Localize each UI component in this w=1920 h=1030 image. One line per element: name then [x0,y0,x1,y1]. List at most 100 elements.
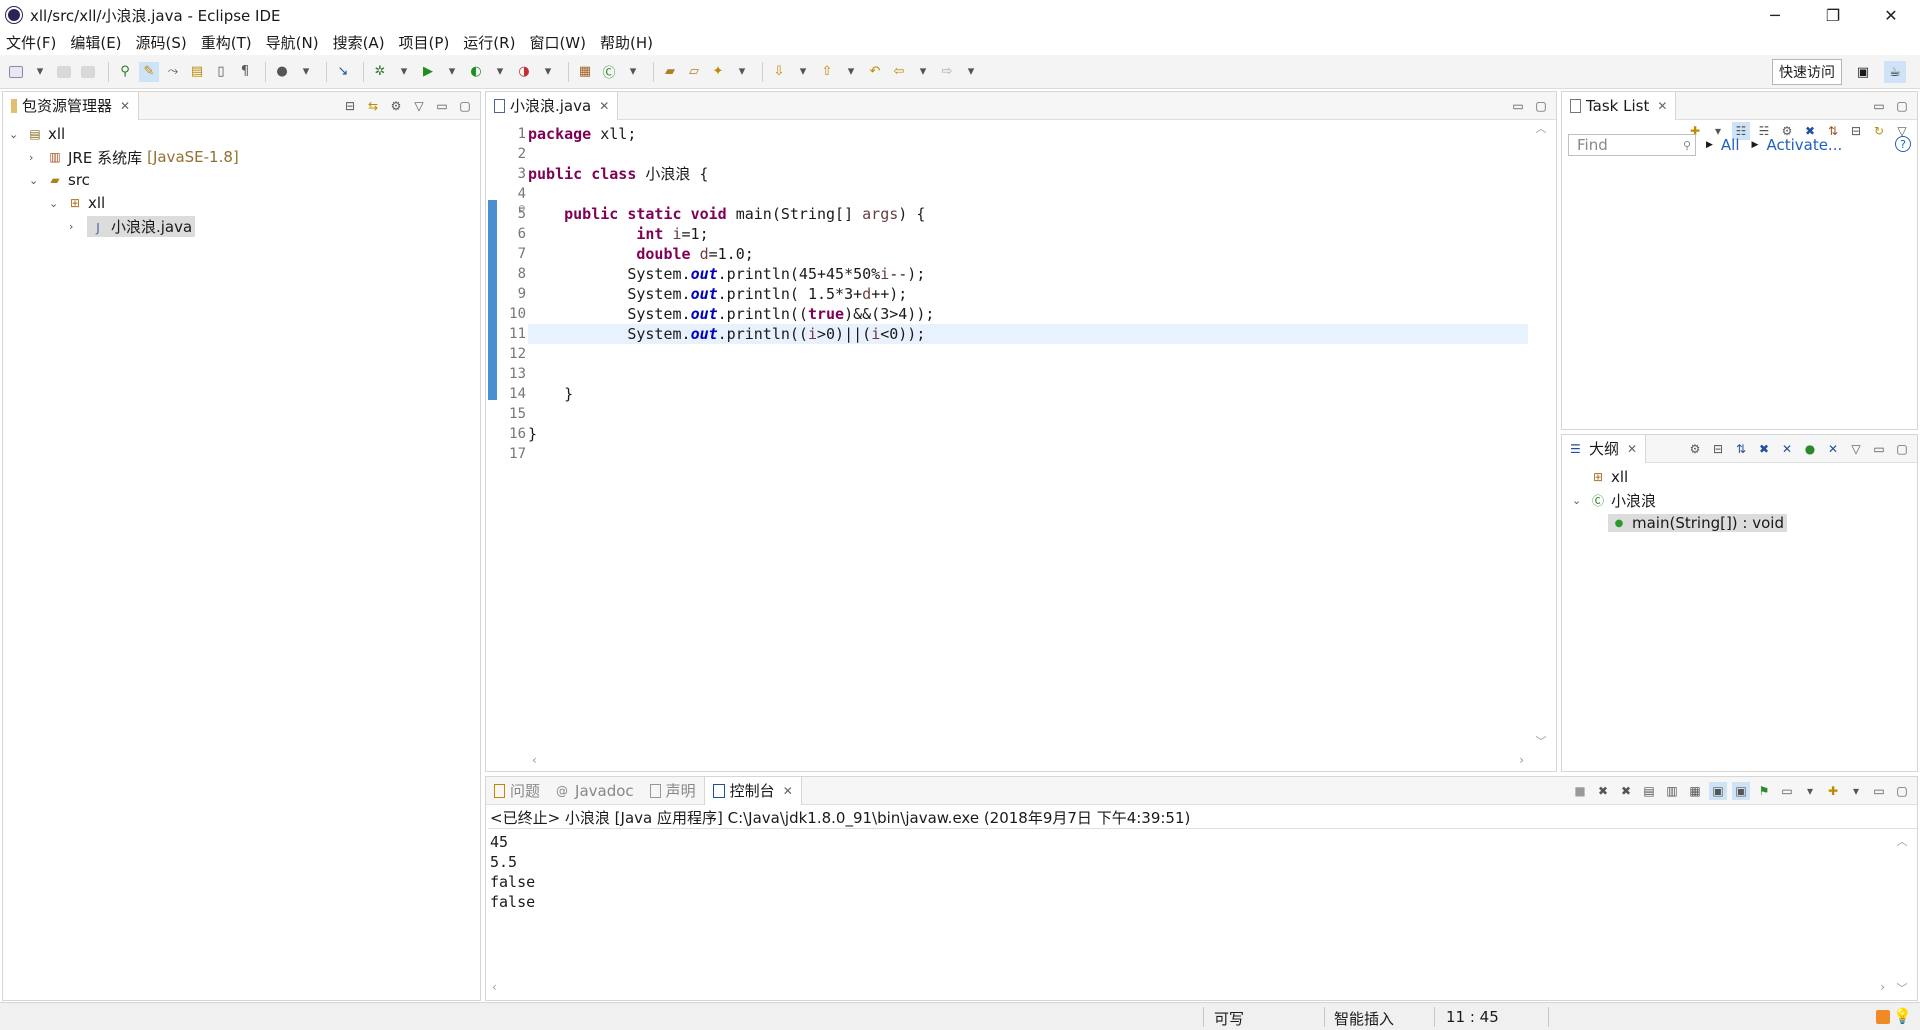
pin-icon[interactable]: ⚲ [115,62,135,82]
tree-item-package[interactable]: ⌄ ⊞ xll [49,192,105,214]
clear-console-icon[interactable]: ▤ [1640,782,1658,800]
maximize-icon[interactable]: ▢ [1532,97,1550,115]
search-icon[interactable]: ✦ [708,62,728,82]
previous-annotation-icon[interactable]: ⇧ [817,62,837,82]
highlight-icon[interactable]: ✎ [139,61,159,82]
collapse-all-icon[interactable]: ⊟ [341,97,359,115]
dropdown-icon[interactable]: ▾ [1801,782,1819,800]
menu-search[interactable]: 搜索(A) [333,32,385,53]
maximize-icon[interactable]: ▢ [1893,440,1911,458]
menu-project[interactable]: 项目(P) [399,32,450,53]
menu-run[interactable]: 运行(R) [463,32,515,53]
new-java-package-icon[interactable]: ▦ [575,62,595,82]
scroll-down-icon[interactable]: ﹀ [1897,980,1908,996]
open-perspective-icon[interactable]: ▣ [1852,61,1874,83]
terminate-icon[interactable]: ■ [1571,782,1589,800]
display-console-icon[interactable]: ▭ [1778,782,1796,800]
menu-source[interactable]: 源码(S) [136,32,187,53]
sort-icon[interactable]: ⇅ [1732,440,1750,458]
scroll-up-icon[interactable]: ︿ [1536,120,1547,136]
vertical-scrollbar[interactable]: ︿ ﹀ [1532,120,1550,749]
dropdown-icon[interactable]: ▾ [442,62,462,82]
chevron-down-icon[interactable]: ⌄ [49,197,61,210]
skip-breakpoints-icon[interactable]: ↘ [333,62,353,82]
tree-item-java-file[interactable]: › J 小浪浪.java [69,215,196,237]
view-menu-icon[interactable]: ▽ [410,97,428,115]
dropdown-icon[interactable]: ▾ [623,62,643,82]
word-wrap-icon[interactable]: ▦ [1686,782,1704,800]
scroll-down-icon[interactable]: ﹀ [1536,733,1547,749]
menu-refactor[interactable]: 重构(T) [201,32,252,53]
tree-item-project[interactable]: ⌄ ▤ xll [9,123,65,145]
minimize-icon[interactable]: ▭ [1870,782,1888,800]
tree-item-src[interactable]: ⌄ ▰ src [29,169,90,191]
hide-static-icon[interactable]: ✕ [1778,440,1796,458]
close-icon[interactable]: ✕ [1627,442,1637,456]
horizontal-scrollbar[interactable]: ‹ › [528,751,1528,769]
scroll-right-icon[interactable]: › [1519,753,1524,767]
menu-file[interactable]: 文件(F) [6,32,56,53]
minimize-icon[interactable]: ▭ [1509,97,1527,115]
new-java-class-icon[interactable]: Ⓒ [599,62,619,82]
chevron-right-icon[interactable]: › [69,220,81,233]
close-icon[interactable]: ✕ [120,99,130,113]
remove-launch-icon[interactable]: ✖ [1594,782,1612,800]
minimize-button[interactable]: ─ [1746,0,1804,30]
dropdown-icon[interactable]: ▾ [296,62,316,82]
dropdown-icon[interactable]: ▾ [30,62,50,82]
minimize-icon[interactable]: ▭ [1870,97,1888,115]
maximize-icon[interactable]: ▢ [1893,97,1911,115]
last-edit-icon[interactable]: ↶ [865,62,885,82]
coverage-icon[interactable]: ◐ [466,62,486,82]
outline-item-method[interactable]: ● main(String[]) : void [1608,512,1787,534]
console-vertical-scrollbar[interactable]: ︿ ﹀ [1893,833,1911,996]
minimize-icon[interactable]: ▭ [433,97,451,115]
link-with-editor-icon[interactable]: ⇆ [364,97,382,115]
hide-nonpublic-icon[interactable]: ● [1801,440,1819,458]
dropdown-icon[interactable]: ▾ [394,62,414,82]
rss-icon[interactable] [1876,1010,1890,1024]
collapse-all-icon[interactable]: ⊟ [1847,122,1865,140]
scroll-right-icon[interactable]: › [1880,980,1885,994]
menu-window[interactable]: 窗口(W) [529,32,586,53]
forward-icon[interactable]: ⇨ [937,62,957,82]
close-icon[interactable]: ✕ [599,99,609,113]
close-button[interactable]: ✕ [1862,0,1920,30]
code-editor[interactable]: package xll; public class 小浪浪 { public s… [528,120,1528,749]
hide-fields-icon[interactable]: ✖ [1755,440,1773,458]
tab-outline[interactable]: ☰ 大纲 ✕ [1562,434,1647,463]
tab-editor-file[interactable]: 小浪浪.java ✕ [486,91,619,120]
new-icon[interactable] [6,62,26,82]
find-input[interactable]: Find ⚲ [1568,134,1696,156]
maximize-icon[interactable]: ▢ [456,97,474,115]
chevron-down-icon[interactable]: ⌄ [9,128,21,141]
fold-collapse-icon[interactable]: ⊖ [518,204,526,214]
tab-javadoc[interactable]: @ Javadoc [548,777,642,805]
collapse-all-icon[interactable]: ⊟ [1709,440,1727,458]
tab-problems[interactable]: 问题 [486,777,548,805]
tab-console[interactable]: 控制台 ✕ [703,776,802,805]
profile-icon[interactable]: ● [272,62,292,82]
tab-task-list[interactable]: Task List ✕ [1562,91,1677,120]
scroll-up-icon[interactable]: ︿ [1897,833,1908,849]
open-task-icon[interactable]: ▱ [684,62,704,82]
scroll-left-icon[interactable]: ‹ [492,980,497,994]
pin-console-icon[interactable]: ⚑ [1755,782,1773,800]
next-annotation-icon[interactable]: ⇩ [769,62,789,82]
dropdown-icon[interactable]: ▾ [913,62,933,82]
outline-item-package[interactable]: ⊞ xll [1590,466,1628,488]
back-icon[interactable]: ⇦ [889,62,909,82]
chevron-down-icon[interactable]: ⌄ [29,174,41,187]
view-menu-icon[interactable]: ▽ [1847,440,1865,458]
show-on-output-icon[interactable]: ▣ [1709,782,1727,800]
remove-all-icon[interactable]: ✖ [1617,782,1635,800]
lightbulb-icon[interactable]: 💡 [1893,1007,1912,1025]
chevron-right-icon[interactable]: › [29,151,41,164]
tab-declaration[interactable]: 声明 [642,777,704,805]
run-icon[interactable]: ▶ [418,62,438,82]
dropdown-icon[interactable]: ▾ [538,62,558,82]
outline-item-class[interactable]: ⌄ Ⓒ 小浪浪 [1572,489,1656,511]
java-perspective-icon[interactable]: ☕ [1884,61,1906,83]
hide-local-types-icon[interactable]: ✕ [1824,440,1842,458]
close-icon[interactable]: ✕ [783,784,793,798]
